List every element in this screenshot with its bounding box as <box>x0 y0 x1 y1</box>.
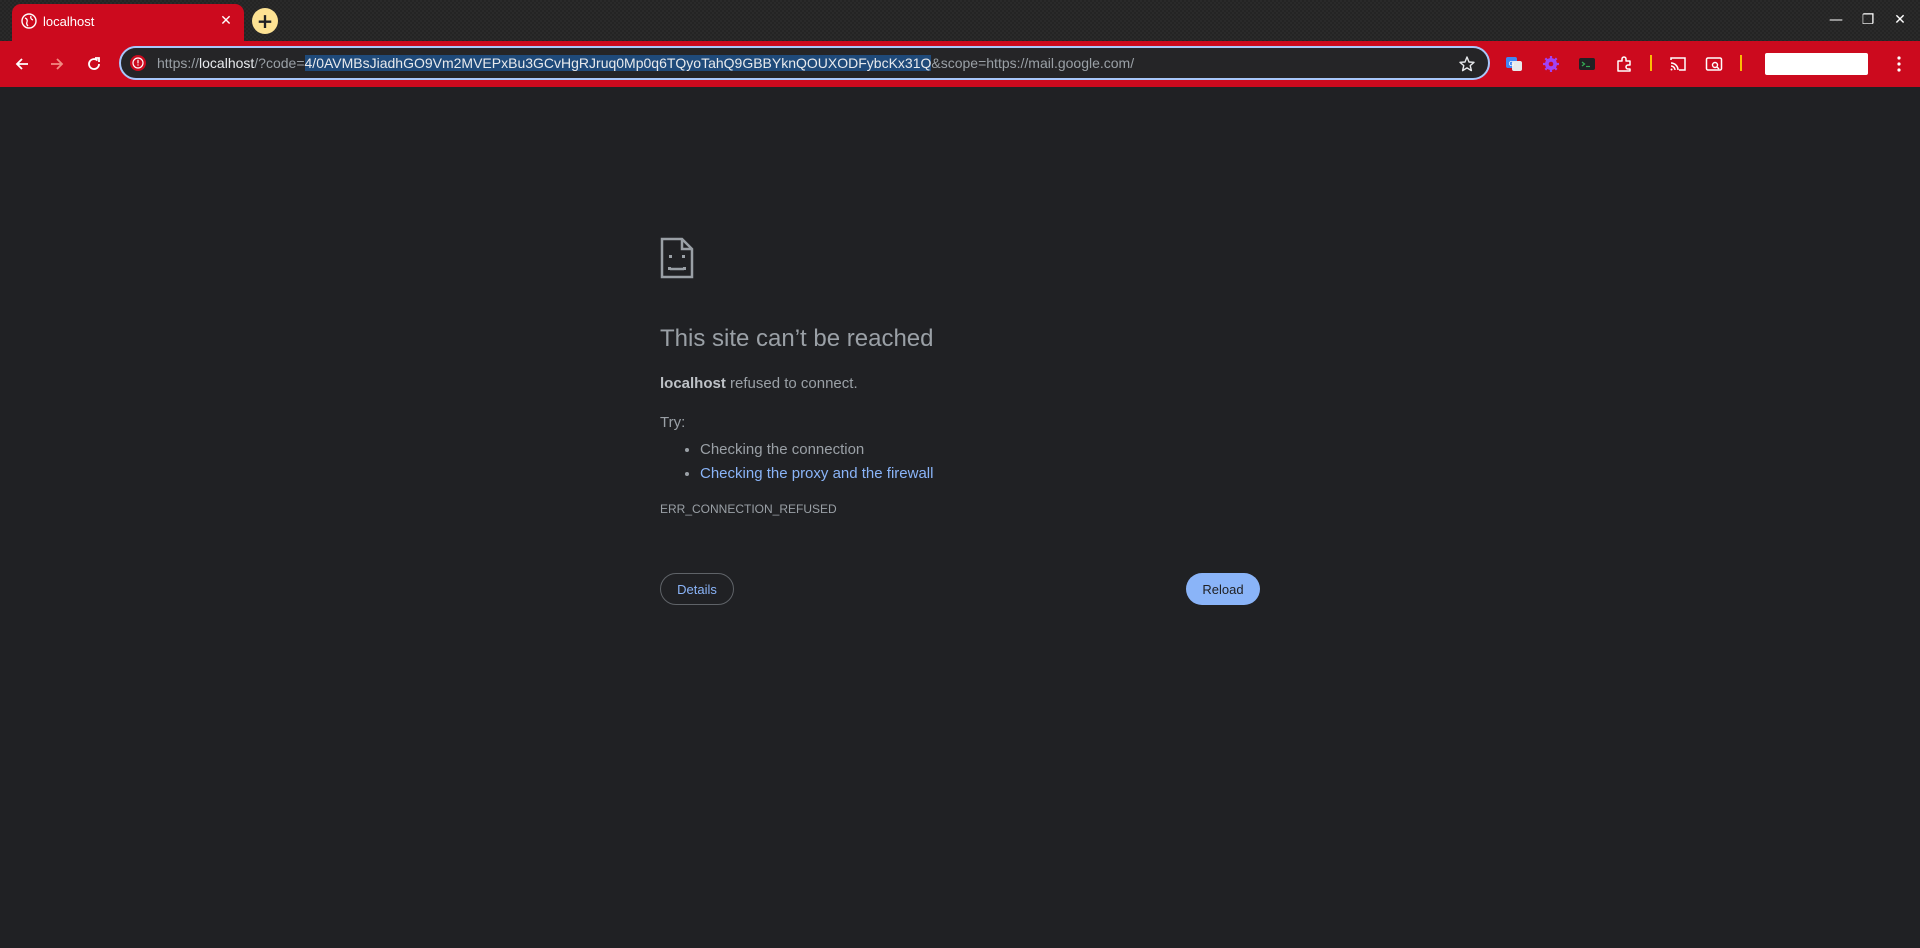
sad-document-icon <box>660 237 694 279</box>
refresh-icon <box>88 57 100 70</box>
translate-extension-icon[interactable]: G <box>1503 53 1525 75</box>
error-host: localhost <box>660 375 726 392</box>
reload-button[interactable]: Reload <box>1186 573 1260 605</box>
page-content: This site can’t be reached localhost ref… <box>0 87 1920 948</box>
details-button[interactable]: Details <box>660 573 734 605</box>
suggestion-proxy-firewall-link[interactable]: Checking the proxy and the firewall <box>700 465 933 482</box>
tab-localhost[interactable]: localhost ✕ <box>12 4 244 41</box>
url-selected-code: 4/0AVMBsJiadhGO9Vm2MVEPxBu3GCvHgRJruq0Mp… <box>304 55 932 71</box>
title-bar: localhost ✕ + — ❐ ✕ <box>0 0 1920 41</box>
site-info-icon[interactable] <box>130 55 146 71</box>
toolbar-separator <box>1650 55 1652 71</box>
arrow-left-icon <box>15 58 28 70</box>
suggestion-item: Checking the connection <box>700 438 933 462</box>
reload-toolbar-button[interactable] <box>83 53 105 75</box>
menu-kebab-icon[interactable] <box>1888 53 1910 75</box>
close-icon[interactable]: ✕ <box>218 13 234 29</box>
window-close-icon[interactable]: ✕ <box>1890 10 1910 30</box>
toolbar-separator-2 <box>1740 55 1742 71</box>
globe-icon <box>21 13 37 29</box>
url-text[interactable]: https://localhost/?code=4/0AVMBsJiadhGO9… <box>157 55 1134 72</box>
svg-text:G: G <box>1509 61 1514 68</box>
url-path: /?code= <box>254 55 305 71</box>
restore-icon[interactable]: ❐ <box>1858 10 1878 30</box>
minimize-icon[interactable]: — <box>1826 10 1846 30</box>
address-bar[interactable]: https://localhost/?code=4/0AVMBsJiadhGO9… <box>119 46 1490 80</box>
error-code: ERR_CONNECTION_REFUSED <box>660 502 837 516</box>
info-icon <box>132 57 144 69</box>
suggestion-check-connection: Checking the connection <box>700 441 865 458</box>
profile-button[interactable] <box>1765 53 1868 75</box>
arrow-right-icon <box>51 58 64 70</box>
bookmark-star-icon[interactable] <box>1458 55 1476 73</box>
back-button[interactable] <box>11 53 33 75</box>
try-label: Try: <box>660 414 686 431</box>
cast-icon[interactable] <box>1667 53 1689 75</box>
url-suffix: &scope=https://mail.google.com/ <box>931 55 1135 71</box>
suggestion-item[interactable]: Checking the proxy and the firewall <box>700 462 933 486</box>
error-title: This site can’t be reached <box>660 325 934 352</box>
forward-button[interactable] <box>46 53 68 75</box>
url-host: localhost <box>199 55 255 71</box>
new-tab-button[interactable]: + <box>252 8 278 34</box>
suggestion-list: Checking the connection Checking the pro… <box>700 438 933 486</box>
terminal-extension-icon[interactable] <box>1576 53 1598 75</box>
url-scheme: https:// <box>157 55 200 71</box>
toolbar: https://localhost/?code=4/0AVMBsJiadhGO9… <box>0 41 1920 87</box>
tab-title: localhost <box>43 14 95 29</box>
tab-search-icon[interactable] <box>1703 53 1725 75</box>
error-message: refused to connect. <box>725 375 858 392</box>
settings-gear-extension-icon[interactable] <box>1540 53 1562 75</box>
error-description: localhost refused to connect. <box>660 375 858 392</box>
extensions-puzzle-icon[interactable] <box>1613 53 1635 75</box>
